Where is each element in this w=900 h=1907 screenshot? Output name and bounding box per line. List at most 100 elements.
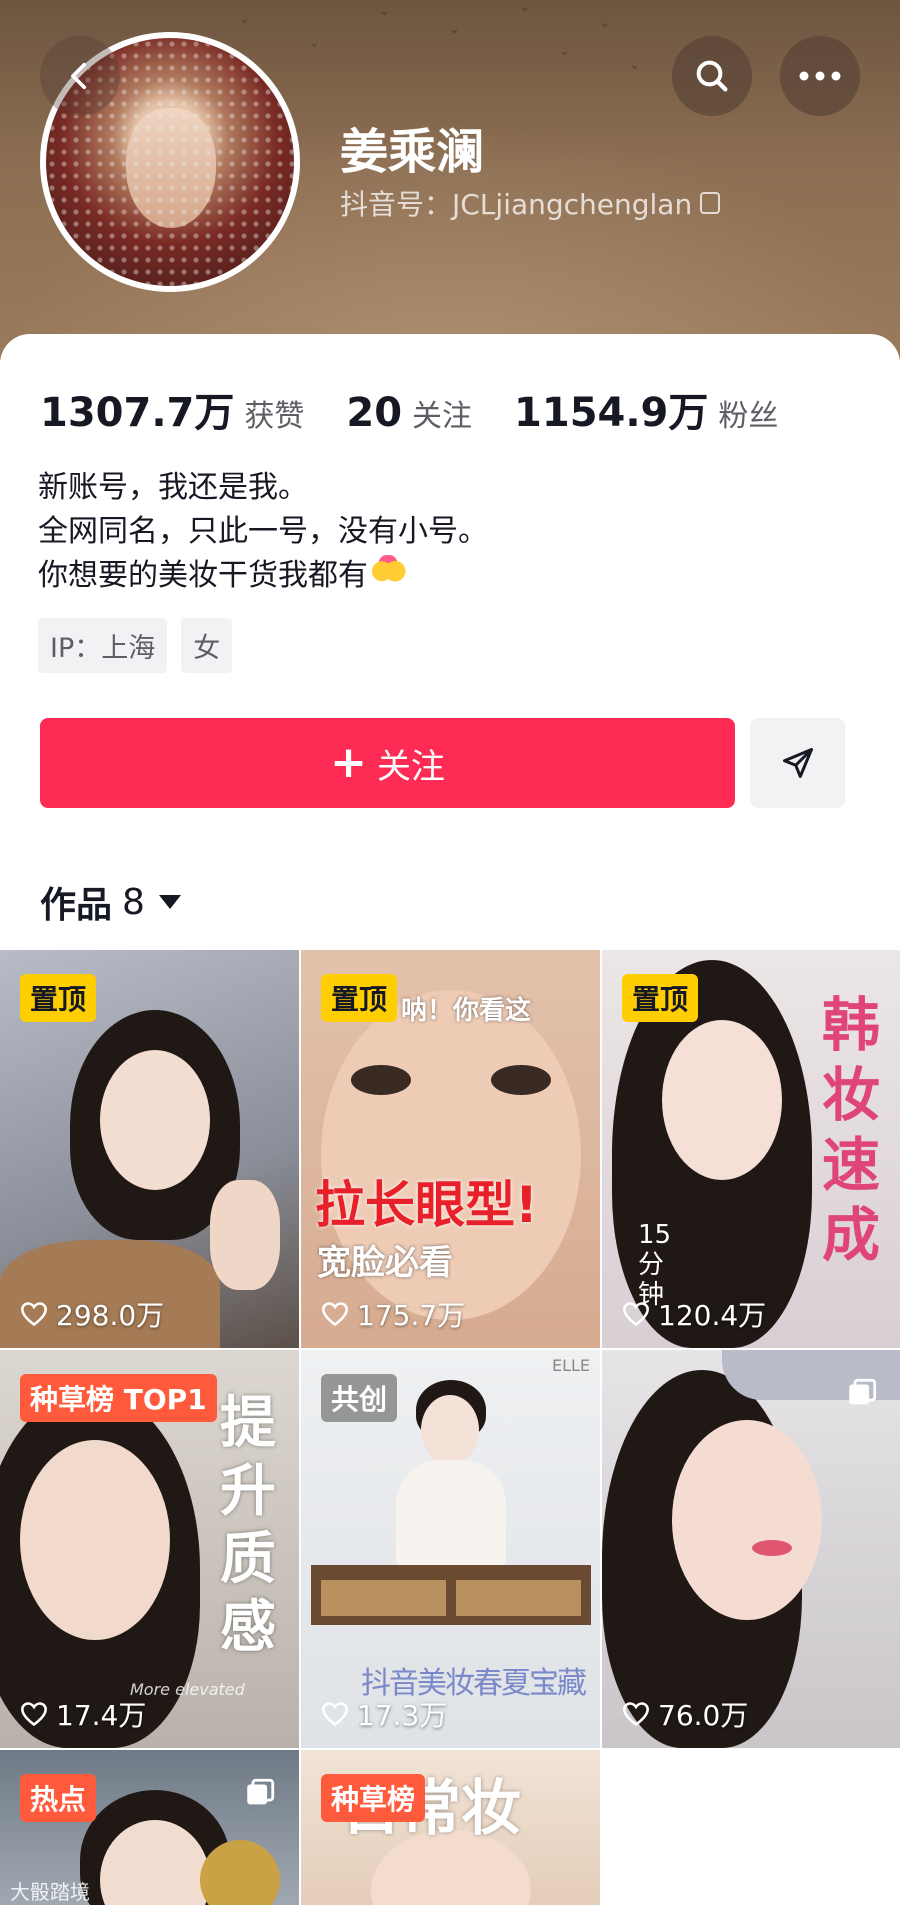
bird-decoration: ˇ bbox=[560, 50, 569, 71]
chevron-left-icon bbox=[71, 62, 87, 90]
caret-down-icon bbox=[158, 895, 181, 909]
stat-followers[interactable]: 1154.9万 粉丝 bbox=[514, 380, 778, 438]
follow-button[interactable]: + 关注 bbox=[40, 718, 735, 808]
pinned-badge: 置顶 bbox=[622, 974, 699, 1022]
rank-badge: 种草榜 TOP1 bbox=[20, 1374, 217, 1422]
tile-art bbox=[200, 1840, 280, 1905]
stat-number: 1307.7万 bbox=[40, 390, 235, 436]
send-icon bbox=[782, 748, 813, 778]
tile-overlay-sub: More elevated bbox=[130, 1680, 245, 1699]
works-label: 作品 bbox=[40, 885, 113, 926]
like-count: 175.7万 bbox=[321, 1294, 465, 1334]
elle-logo: ELLE bbox=[551, 1356, 590, 1375]
stat-label: 关注 bbox=[412, 399, 473, 434]
video-tile[interactable]: 韩妆速成 15分钟 置顶 120.4万 bbox=[602, 950, 900, 1348]
tile-art bbox=[20, 1440, 170, 1640]
works-count: 8 bbox=[122, 881, 145, 923]
pinned-badge: 置顶 bbox=[321, 974, 398, 1022]
video-tile[interactable]: 置顶 298.0万 bbox=[0, 950, 299, 1348]
stat-label: 粉丝 bbox=[718, 399, 779, 434]
like-count: 76.0万 bbox=[622, 1694, 748, 1734]
bird-decoration: ˇ bbox=[600, 22, 609, 43]
like-count: 120.4万 bbox=[622, 1294, 766, 1334]
multi-image-icon bbox=[247, 1778, 275, 1805]
heart-icon bbox=[623, 1702, 649, 1727]
tile-overlay-title: 韩妆速成 bbox=[822, 991, 881, 1269]
bio: 新账号，我还是我。 全网同名，只此一号，没有小号。 你想要的美妆干货我都有 bbox=[38, 466, 488, 598]
like-count-text: 17.4万 bbox=[56, 1699, 147, 1732]
bio-line: 全网同名，只此一号，没有小号。 bbox=[38, 514, 488, 549]
heart-icon bbox=[322, 1702, 348, 1727]
bio-line: 新账号，我还是我。 bbox=[38, 470, 308, 505]
tile-art bbox=[491, 1065, 551, 1095]
bio-line: 你想要的美妆干货我都有 bbox=[38, 558, 368, 593]
heart-icon bbox=[21, 1702, 47, 1727]
back-button[interactable] bbox=[40, 36, 120, 116]
tile-overlay-title: 拉长眼型! bbox=[315, 1176, 538, 1234]
video-tile[interactable]: 76.0万 bbox=[602, 1350, 900, 1748]
ip-tag: IP：上海 bbox=[38, 618, 168, 673]
bio-line-3: 你想要的美妆干货我都有 bbox=[38, 554, 488, 598]
hot-badge: 热点 bbox=[20, 1774, 97, 1822]
bird-decoration: ˇ bbox=[380, 10, 389, 31]
douyin-id[interactable]: 抖音号：JCLjiangchenglan bbox=[340, 183, 721, 223]
profile-tags: IP：上海 女 bbox=[38, 618, 233, 673]
heart-icon bbox=[322, 1302, 348, 1327]
search-button[interactable] bbox=[672, 36, 752, 116]
watermark: 大骰踏境 bbox=[10, 1880, 90, 1904]
rank-badge: 种草榜 bbox=[321, 1774, 426, 1822]
search-icon bbox=[696, 60, 728, 92]
gender-tag: 女 bbox=[181, 618, 233, 673]
tile-art bbox=[672, 1420, 822, 1620]
works-tab[interactable]: 作品 8 bbox=[40, 876, 181, 928]
like-count-text: 298.0万 bbox=[56, 1299, 165, 1332]
stat-likes[interactable]: 1307.7万 获赞 bbox=[40, 380, 304, 438]
douyin-id-text: 抖音号：JCLjiangchenglan bbox=[340, 188, 693, 221]
tile-overlay-title: 提升质感 bbox=[220, 1391, 276, 1660]
video-tile[interactable]: 呐！你看这 拉长眼型! 宽脸必看 置顶 175.7万 bbox=[301, 950, 600, 1348]
follow-label: 关注 bbox=[376, 746, 445, 787]
stat-number: 20 bbox=[346, 390, 403, 436]
bird-decoration: ˇ bbox=[630, 64, 639, 85]
bird-decoration: ˇ bbox=[450, 28, 459, 49]
tile-art bbox=[321, 1580, 446, 1616]
message-button[interactable] bbox=[750, 718, 845, 808]
video-tile[interactable]: 提升质感 More elevated 种草榜 TOP1 17.4万 bbox=[0, 1350, 299, 1748]
tile-art bbox=[752, 1540, 792, 1556]
bird-decoration: ˇ bbox=[240, 18, 249, 39]
pinned-badge: 置顶 bbox=[20, 974, 97, 1022]
like-count-text: 175.7万 bbox=[357, 1299, 466, 1332]
like-count: 298.0万 bbox=[20, 1294, 164, 1334]
empty-slot bbox=[602, 1750, 900, 1905]
copy-icon[interactable] bbox=[700, 192, 721, 214]
bird-decoration: ˇ bbox=[310, 42, 319, 63]
tile-art bbox=[662, 1020, 782, 1180]
multi-image-icon bbox=[849, 1378, 877, 1405]
tile-art bbox=[456, 1580, 581, 1616]
profile-name: 姜乘澜 bbox=[340, 124, 485, 180]
stat-label: 获赞 bbox=[244, 399, 305, 434]
bird-decoration: ˇ bbox=[520, 6, 529, 27]
video-tile[interactable]: 日常妆 种草榜 bbox=[301, 1750, 600, 1905]
tile-art bbox=[396, 1460, 506, 1570]
plus-icon: + bbox=[330, 737, 367, 788]
like-count: 17.4万 bbox=[20, 1694, 146, 1734]
heart-icon bbox=[623, 1302, 649, 1327]
works-grid: 置顶 298.0万 呐！你看这 拉长眼型! 宽脸必看 置顶 175.7万 韩妆速… bbox=[0, 950, 900, 1905]
tile-art bbox=[100, 1050, 210, 1190]
tile-art bbox=[351, 1065, 411, 1095]
stat-following[interactable]: 20 关注 bbox=[346, 390, 472, 436]
tile-art bbox=[210, 1180, 280, 1290]
tile-art bbox=[421, 1395, 479, 1465]
more-button[interactable] bbox=[780, 36, 860, 116]
like-count: 17.3万 bbox=[321, 1694, 447, 1734]
more-horizontal-icon bbox=[799, 71, 841, 81]
collab-badge: 共创 bbox=[321, 1374, 398, 1422]
stats-row: 1307.7万 获赞 20 关注 1154.9万 粉丝 bbox=[40, 380, 820, 438]
tile-overlay-top: 呐！你看这 bbox=[401, 996, 532, 1026]
like-count-text: 76.0万 bbox=[658, 1699, 749, 1732]
like-count-text: 17.3万 bbox=[357, 1699, 448, 1732]
like-count-text: 120.4万 bbox=[658, 1299, 767, 1332]
video-tile[interactable]: ELLE 抖音美妆春夏宝藏 共创 17.3万 bbox=[301, 1350, 600, 1748]
kiss-emoji-icon bbox=[368, 555, 408, 591]
